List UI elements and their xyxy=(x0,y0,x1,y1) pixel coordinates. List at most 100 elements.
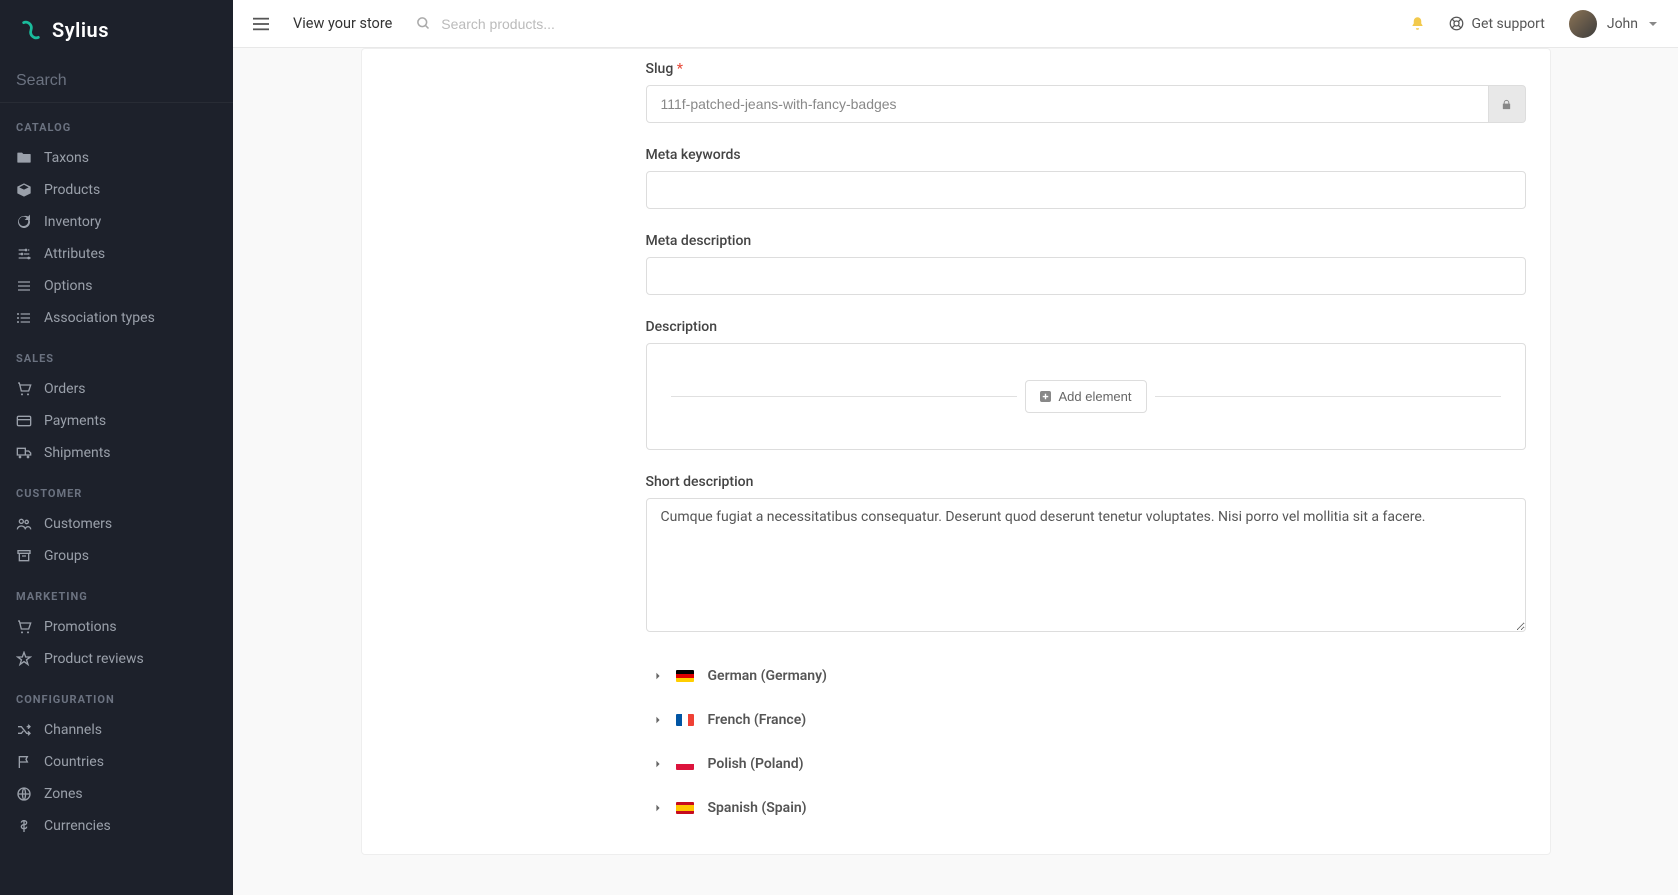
caret-right-icon xyxy=(654,716,662,724)
slug-label: Slug xyxy=(646,61,1526,77)
random-icon xyxy=(16,722,32,738)
avatar xyxy=(1569,10,1597,38)
dollar-icon xyxy=(16,818,32,834)
sidebar-item-label: Association types xyxy=(44,310,155,326)
user-menu[interactable]: John xyxy=(1569,10,1658,38)
meta-keywords-label: Meta keywords xyxy=(646,147,1526,163)
bell-icon[interactable] xyxy=(1410,16,1425,31)
short-description-label: Short description xyxy=(646,474,1526,490)
get-support-link[interactable]: Get support xyxy=(1449,16,1545,32)
divider xyxy=(1155,396,1501,397)
sidebar-item-taxons[interactable]: Taxons xyxy=(0,142,233,174)
list-icon xyxy=(16,310,32,326)
sidebar-item-groups[interactable]: Groups xyxy=(0,540,233,572)
sidebar-search-input[interactable] xyxy=(16,72,223,90)
sidebar-item-promotions[interactable]: Promotions xyxy=(0,611,233,643)
sidebar-item-countries[interactable]: Countries xyxy=(0,746,233,778)
sidebar-item-association-types[interactable]: Association types xyxy=(0,302,233,334)
sidebar-item-zones[interactable]: Zones xyxy=(0,778,233,810)
nav-section-title: CUSTOMER xyxy=(0,469,233,508)
sidebar-item-inventory[interactable]: Inventory xyxy=(0,206,233,238)
meta-keywords-input[interactable] xyxy=(646,171,1526,209)
form-panel: Slug Meta keywords Meta description Desc… xyxy=(361,48,1551,855)
globe-icon xyxy=(16,786,32,802)
language-toggle-fr[interactable]: French (France) xyxy=(646,698,1526,742)
sidebar-item-product-reviews[interactable]: Product reviews xyxy=(0,643,233,675)
sidebar-item-channels[interactable]: Channels xyxy=(0,714,233,746)
sliders-icon xyxy=(16,246,32,262)
sidebar-item-shipments[interactable]: Shipments xyxy=(0,437,233,469)
sidebar-item-orders[interactable]: Orders xyxy=(0,373,233,405)
flag-pl-icon xyxy=(676,758,694,770)
brand-logo[interactable]: Sylius xyxy=(0,0,233,60)
archive-icon xyxy=(16,548,32,564)
flag-de-icon xyxy=(676,670,694,682)
sidebar: Sylius CATALOG Taxons Products Inventory Att… xyxy=(0,0,233,895)
sidebar-item-label: Zones xyxy=(44,786,83,802)
brand-name: Sylius xyxy=(52,18,109,42)
sidebar-item-label: Promotions xyxy=(44,619,117,635)
truck-icon xyxy=(16,445,32,461)
language-toggle-es[interactable]: Spanish (Spain) xyxy=(646,786,1526,830)
sidebar-item-currencies[interactable]: Currencies xyxy=(0,810,233,842)
sidebar-item-label: Taxons xyxy=(44,150,89,166)
slug-lock-button[interactable] xyxy=(1489,85,1525,123)
sidebar-item-label: Orders xyxy=(44,381,86,397)
meta-description-input[interactable] xyxy=(646,257,1526,295)
sidebar-item-customers[interactable]: Customers xyxy=(0,508,233,540)
top-search xyxy=(416,16,1409,32)
sidebar-item-label: Currencies xyxy=(44,818,111,834)
sidebar-item-payments[interactable]: Payments xyxy=(0,405,233,437)
add-element-label: Add element xyxy=(1059,389,1132,404)
cube-icon xyxy=(16,182,32,198)
sidebar-search[interactable] xyxy=(0,60,233,103)
hamburger-icon[interactable] xyxy=(253,17,269,31)
language-accordion: German (Germany) French (France) Polish (P… xyxy=(646,654,1526,830)
logo-icon xyxy=(20,19,42,41)
caret-right-icon xyxy=(654,760,662,768)
sidebar-item-label: Product reviews xyxy=(44,651,144,667)
divider xyxy=(671,396,1017,397)
sidebar-item-label: Options xyxy=(44,278,92,294)
nav-section-title: CONFIGURATION xyxy=(0,675,233,714)
flag-icon xyxy=(16,754,32,770)
nav-section-title: MARKETING xyxy=(0,572,233,611)
plus-icon xyxy=(1040,391,1051,402)
sidebar-item-label: Groups xyxy=(44,548,89,564)
sidebar-item-label: Attributes xyxy=(44,246,105,262)
payment-icon xyxy=(16,413,32,429)
product-search-input[interactable] xyxy=(441,16,741,32)
language-toggle-pl[interactable]: Polish (Poland) xyxy=(646,742,1526,786)
search-icon[interactable] xyxy=(416,16,431,31)
nav-section-title: CATALOG xyxy=(0,103,233,142)
history-icon xyxy=(16,214,32,230)
language-label: Spanish (Spain) xyxy=(708,800,807,816)
sidebar-item-label: Payments xyxy=(44,413,106,429)
language-label: French (France) xyxy=(708,712,807,728)
sidebar-item-attributes[interactable]: Attributes xyxy=(0,238,233,270)
language-label: German (Germany) xyxy=(708,668,827,684)
short-description-input[interactable] xyxy=(646,498,1526,632)
view-store-link[interactable]: View your store xyxy=(293,15,392,32)
meta-description-label: Meta description xyxy=(646,233,1526,249)
nav-section-title: SALES xyxy=(0,334,233,373)
slug-input[interactable] xyxy=(646,85,1490,123)
flag-fr-icon xyxy=(676,714,694,726)
sidebar-item-label: Inventory xyxy=(44,214,101,230)
support-label: Get support xyxy=(1472,16,1545,32)
lock-icon xyxy=(1501,98,1512,111)
description-editor: Add element xyxy=(646,343,1526,450)
life-ring-icon xyxy=(1449,16,1464,31)
topbar: View your store Get support John xyxy=(233,0,1678,48)
sidebar-item-label: Shipments xyxy=(44,445,111,461)
add-element-button[interactable]: Add element xyxy=(1025,380,1147,413)
language-toggle-de[interactable]: German (Germany) xyxy=(646,654,1526,698)
options-icon xyxy=(16,278,32,294)
sidebar-item-products[interactable]: Products xyxy=(0,174,233,206)
cart-icon xyxy=(16,619,32,635)
sidebar-item-options[interactable]: Options xyxy=(0,270,233,302)
users-icon xyxy=(16,516,32,532)
user-name: John xyxy=(1607,16,1638,32)
caret-right-icon xyxy=(654,672,662,680)
sidebar-item-label: Channels xyxy=(44,722,102,738)
